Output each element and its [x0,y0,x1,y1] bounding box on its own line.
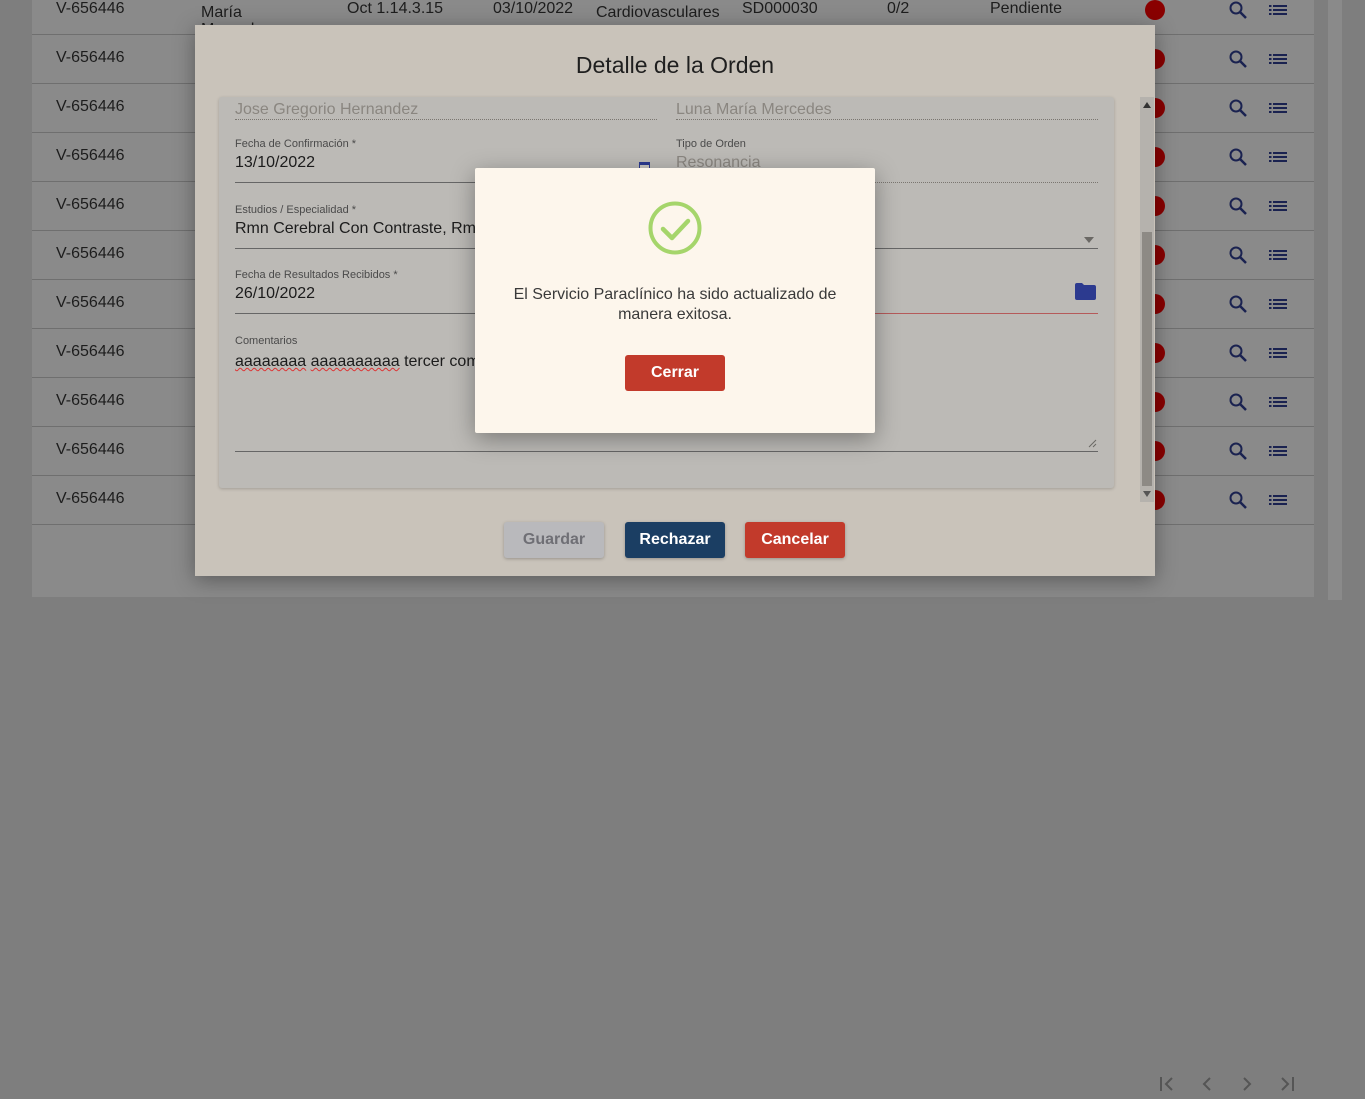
patient-value: Luna María Mercedes [676,101,832,118]
confirmation-date-label: Fecha de Confirmación * [235,138,357,150]
dropdown-arrow-icon[interactable] [1084,230,1094,248]
scroll-thumb[interactable] [1142,232,1152,486]
search-icon[interactable] [1228,49,1248,74]
last-page-icon[interactable] [1277,1074,1297,1099]
list-icon[interactable] [1268,0,1288,25]
search-icon[interactable] [1228,343,1248,368]
search-icon[interactable] [1228,147,1248,172]
next-page-icon[interactable] [1237,1074,1257,1099]
row-id: V-656446 [56,196,125,213]
confirmation-date-value: 13/10/2022 [235,154,316,171]
prev-page-icon[interactable] [1197,1074,1217,1099]
search-icon[interactable] [1228,196,1248,221]
results-date-label: Fecha de Resultados Recibidos * [235,269,398,281]
list-icon[interactable] [1268,147,1288,172]
row-id: V-656446 [56,392,125,409]
comments-value: aaaaaaaa aaaaaaaaaa tercer com [235,353,480,370]
search-icon[interactable] [1228,392,1248,417]
list-icon[interactable] [1268,245,1288,270]
patient-field[interactable]: Luna María Mercedes [676,97,1098,120]
page-scrollbar[interactable] [1328,0,1342,600]
cancel-button[interactable]: Cancelar [745,522,845,558]
results-date-value: 26/10/2022 [235,285,316,302]
row-id: V-656446 [56,0,125,17]
search-icon[interactable] [1228,0,1248,25]
success-message: El Servicio Paraclínico ha sido actualiz… [513,286,837,323]
row-id: V-656446 [56,98,125,115]
studies-value: Rmn Cerebral Con Contraste, Rmn [235,220,485,237]
row-id: V-656446 [56,147,125,164]
status-dot [1145,0,1165,20]
row-id: V-656446 [56,49,125,66]
row-status: Pendiente [990,0,1063,17]
row-date: 03/10/2022 [493,0,574,17]
search-icon[interactable] [1228,294,1248,319]
row-id: V-656446 [56,441,125,458]
close-button[interactable]: Cerrar [625,355,725,391]
list-icon[interactable] [1268,98,1288,123]
list-icon[interactable] [1268,392,1288,417]
folder-icon[interactable] [1075,283,1096,305]
check-circle-icon [648,201,702,255]
row-study: Pruebas Cardiovasculares [596,0,720,21]
scroll-down-icon[interactable] [1143,491,1151,497]
list-icon[interactable] [1268,490,1288,515]
doctor-field[interactable]: Jose Gregorio Hernandez [235,97,657,120]
save-button[interactable]: Guardar [504,522,604,558]
row-id: V-656446 [56,294,125,311]
doctor-value: Jose Gregorio Hernandez [235,101,419,118]
search-icon[interactable] [1228,441,1248,466]
row-code: SD000030 [742,0,818,17]
list-icon[interactable] [1268,294,1288,319]
scroll-up-icon[interactable] [1143,102,1151,108]
first-page-icon[interactable] [1157,1074,1177,1099]
row-progress: 0/2 [887,0,910,17]
search-icon[interactable] [1228,245,1248,270]
row-version: Oct 1.14.3.15 [347,0,444,17]
comments-label: Comentarios [235,335,298,347]
search-icon[interactable] [1228,490,1248,515]
success-modal: El Servicio Paraclínico ha sido actualiz… [475,168,875,433]
row-id: V-656446 [56,245,125,262]
row-id: V-656446 [56,343,125,360]
order-type-label: Tipo de Orden [676,138,746,150]
reject-button[interactable]: Rechazar [625,522,725,558]
form-scrollbar[interactable] [1140,97,1154,502]
list-icon[interactable] [1268,49,1288,74]
list-icon[interactable] [1268,441,1288,466]
search-icon[interactable] [1228,98,1248,123]
dialog-title: Detalle de la Orden [575,52,775,78]
studies-label: Estudios / Especialidad * [235,204,357,216]
list-icon[interactable] [1268,196,1288,221]
row-id: V-656446 [56,490,125,507]
list-icon[interactable] [1268,343,1288,368]
